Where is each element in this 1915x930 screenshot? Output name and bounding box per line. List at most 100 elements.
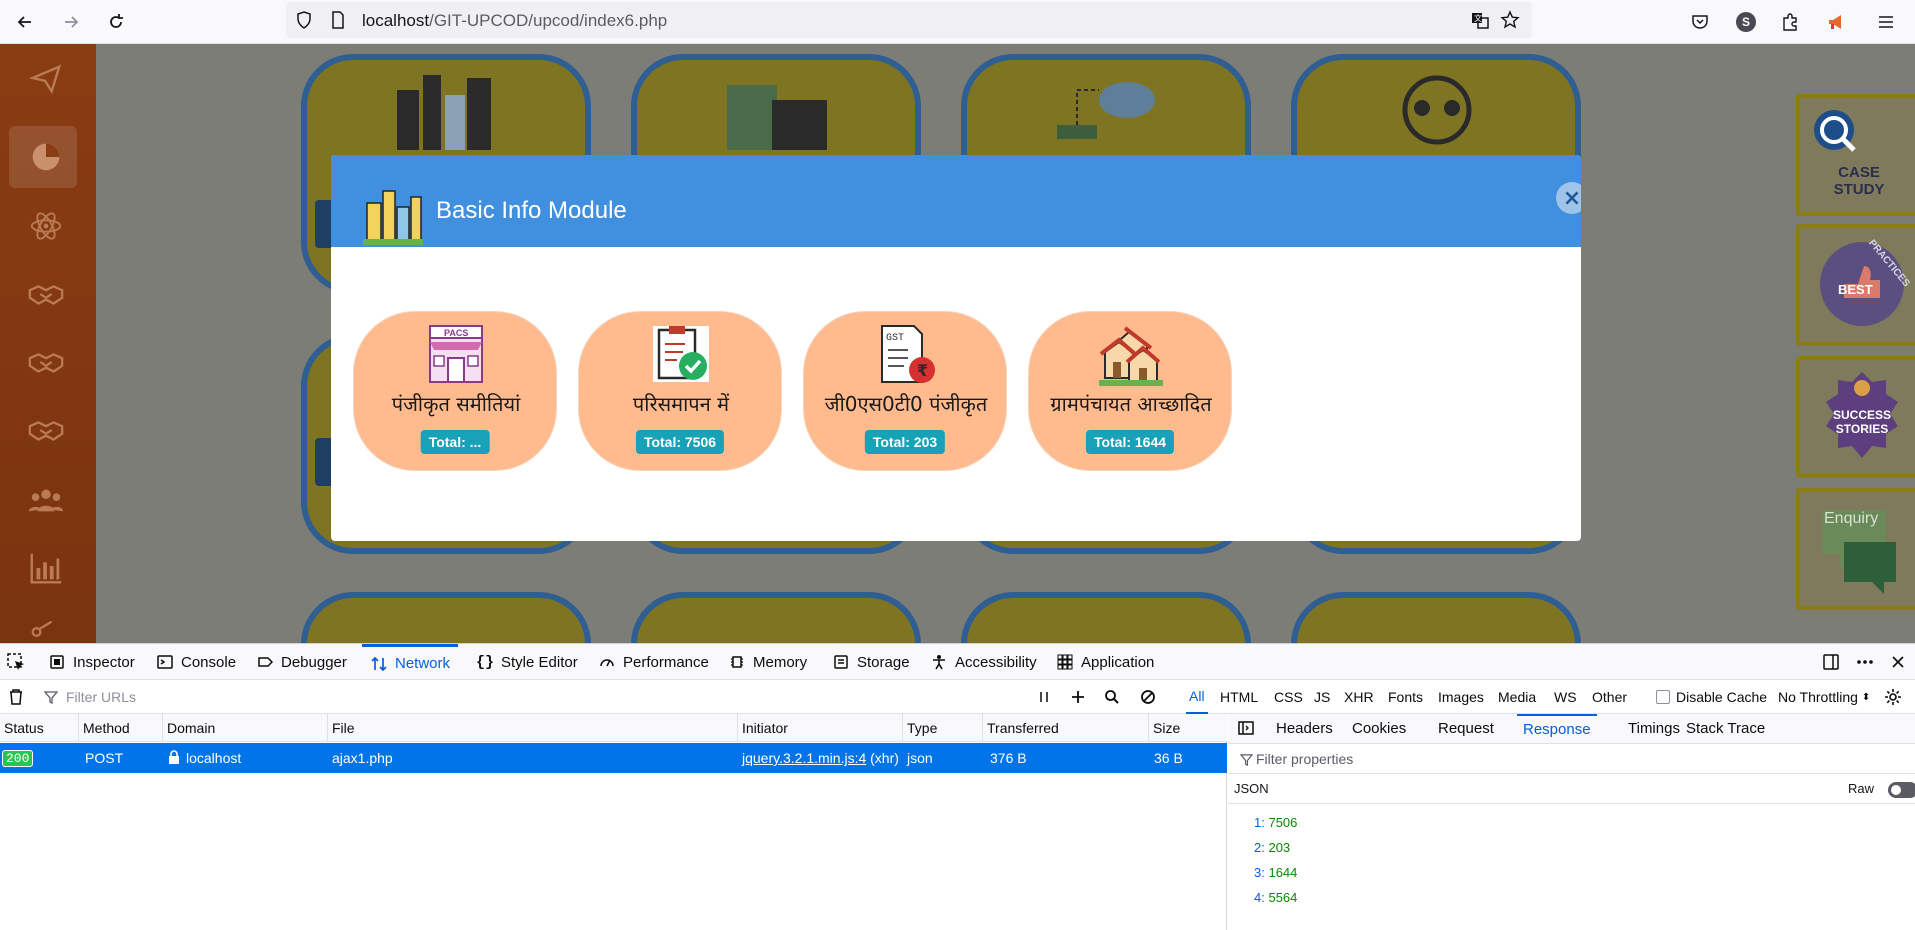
module-tile-row3-1[interactable] xyxy=(301,592,591,643)
filter-js[interactable]: JS xyxy=(1314,680,1330,714)
sidebar-item-handshake-3[interactable] xyxy=(24,408,68,452)
filter-images[interactable]: Images xyxy=(1438,680,1484,714)
pause-button[interactable] xyxy=(1036,680,1052,714)
json-key: 1: xyxy=(1254,815,1265,830)
info-card-liquidation[interactable]: परिसमापन में Total: 7506 xyxy=(578,311,782,471)
tab-timings[interactable]: Timings xyxy=(1628,714,1680,744)
filter-funnel-icon xyxy=(44,691,58,704)
back-button[interactable] xyxy=(9,6,41,38)
tab-network[interactable]: Network xyxy=(362,644,459,680)
column-size[interactable]: Size xyxy=(1149,714,1227,742)
url-bar[interactable]: localhost/GIT-UPCOD/upcod/index6.php 文 xyxy=(286,2,1532,38)
table-row[interactable]: 200 POST localhost ajax1.php jquery.3.2.… xyxy=(0,743,1227,773)
total-badge: Total: ... xyxy=(420,430,490,454)
tab-request[interactable]: Request xyxy=(1438,714,1494,744)
column-initiator[interactable]: Initiator xyxy=(738,714,903,742)
reload-button[interactable] xyxy=(100,6,132,38)
request-domain: localhost xyxy=(168,743,241,773)
sidebar-item-graph[interactable] xyxy=(24,610,68,643)
close-icon: × xyxy=(1562,185,1581,211)
tab-memory[interactable]: Memory xyxy=(728,644,807,680)
tab-cookies[interactable]: Cookies xyxy=(1352,714,1406,744)
sidebar-item-users[interactable] xyxy=(24,478,68,522)
magnifier-icon xyxy=(1814,110,1856,152)
lock-icon xyxy=(169,750,179,764)
info-card-gst-registered[interactable]: GST ₹ जी0एस0टी0 पंजीकृत Total: 203 xyxy=(803,311,1007,471)
info-card-gram-panchayat[interactable]: ग्रामपंचायत आच्छादित Total: 1644 xyxy=(1028,311,1232,471)
sidebar-item-send[interactable] xyxy=(24,56,68,100)
filter-css[interactable]: CSS xyxy=(1274,680,1303,714)
tab-label: Inspector xyxy=(73,653,135,671)
enquiry-card[interactable]: Enquiry xyxy=(1796,488,1915,610)
toggle-sidebar-button[interactable] xyxy=(1238,714,1254,744)
modal-close-button[interactable]: × xyxy=(1556,182,1581,214)
info-card-registered-societies[interactable]: PACS पंजीकृत समीतियां Total: ... xyxy=(353,311,557,471)
devtools-close-button[interactable] xyxy=(1890,644,1906,680)
extensions-button[interactable] xyxy=(1774,6,1806,38)
devtools-more-button[interactable] xyxy=(1856,644,1874,680)
tab-application[interactable]: Application xyxy=(1056,644,1154,680)
megaphone-button[interactable] xyxy=(1820,6,1852,38)
disable-cache-checkbox[interactable]: Disable Cache xyxy=(1656,680,1767,714)
element-picker-button[interactable] xyxy=(6,644,26,680)
tab-storage[interactable]: Storage xyxy=(832,644,910,680)
filter-all[interactable]: All xyxy=(1186,680,1208,714)
raw-toggle[interactable] xyxy=(1888,782,1915,798)
filter-ws[interactable]: WS xyxy=(1554,680,1577,714)
throttling-value: No Throttling xyxy=(1778,689,1858,705)
app-menu-button[interactable] xyxy=(1870,6,1902,38)
case-study-card[interactable]: CASE STUDY xyxy=(1796,94,1915,216)
column-status[interactable]: Status xyxy=(0,714,79,742)
column-domain[interactable]: Domain xyxy=(163,714,328,742)
tab-performance[interactable]: Performance xyxy=(598,644,709,680)
filter-urls-input[interactable]: Filter URLs xyxy=(44,680,136,714)
filter-media[interactable]: Media xyxy=(1498,680,1536,714)
element-picker-icon xyxy=(7,653,24,670)
column-transferred[interactable]: Transferred xyxy=(983,714,1149,742)
sidebar-item-dashboard[interactable] xyxy=(24,134,68,178)
filter-xhr[interactable]: XHR xyxy=(1344,680,1374,714)
column-type[interactable]: Type xyxy=(903,714,983,742)
forward-button[interactable] xyxy=(55,6,87,38)
sidebar-item-handshake-2[interactable] xyxy=(24,340,68,384)
dock-side-button[interactable] xyxy=(1822,644,1840,680)
atom-icon xyxy=(30,212,62,240)
best-practices-card[interactable]: BEST PRACTICES xyxy=(1796,224,1915,346)
pocket-button[interactable] xyxy=(1684,6,1716,38)
translate-icon[interactable]: 文 xyxy=(1470,10,1490,30)
clear-requests-button[interactable] xyxy=(8,680,24,714)
gst-invoice-icon: GST ₹ xyxy=(881,325,935,383)
success-stories-card[interactable]: SUCCESS STORIES xyxy=(1796,356,1915,478)
tab-inspector[interactable]: Inspector xyxy=(48,644,135,680)
tab-accessibility[interactable]: Accessibility xyxy=(930,644,1037,680)
module-tile-row3-3[interactable] xyxy=(961,592,1251,643)
account-button[interactable]: S xyxy=(1730,6,1762,38)
filter-properties-input[interactable]: Filter properties xyxy=(1228,744,1915,774)
pocket-icon xyxy=(1692,15,1708,29)
tab-stack-trace[interactable]: Stack Trace xyxy=(1686,714,1765,744)
search-button[interactable] xyxy=(1104,680,1120,714)
tab-label: Network xyxy=(395,655,451,672)
sidebar-item-handshake-1[interactable] xyxy=(24,272,68,316)
module-tile-row3-4[interactable] xyxy=(1291,592,1581,643)
tab-debugger[interactable]: Debugger xyxy=(256,644,347,680)
column-method[interactable]: Method xyxy=(79,714,163,742)
tab-headers[interactable]: Headers xyxy=(1276,714,1333,744)
tab-style-editor[interactable]: {} Style Editor xyxy=(476,644,578,680)
throttling-select[interactable]: No Throttling ⬍ xyxy=(1778,680,1870,714)
filter-html[interactable]: HTML xyxy=(1220,680,1258,714)
more-dots-icon xyxy=(1857,660,1873,664)
bookmark-star-icon[interactable] xyxy=(1500,10,1520,30)
sidebar-item-reports[interactable] xyxy=(24,546,68,590)
module-tile-row3-2[interactable] xyxy=(631,592,921,643)
block-requests-button[interactable] xyxy=(1140,680,1156,714)
network-settings-button[interactable] xyxy=(1884,680,1902,714)
filter-fonts[interactable]: Fonts xyxy=(1388,680,1423,714)
tab-console[interactable]: Console xyxy=(156,644,236,680)
filter-other[interactable]: Other xyxy=(1592,680,1627,714)
tab-response[interactable]: Response xyxy=(1517,714,1597,744)
add-request-button[interactable] xyxy=(1070,680,1086,714)
sidebar-item-atom[interactable] xyxy=(24,204,68,248)
column-file[interactable]: File xyxy=(328,714,738,742)
initiator-link[interactable]: jquery.3.2.1.min.js:4 xyxy=(742,750,866,766)
